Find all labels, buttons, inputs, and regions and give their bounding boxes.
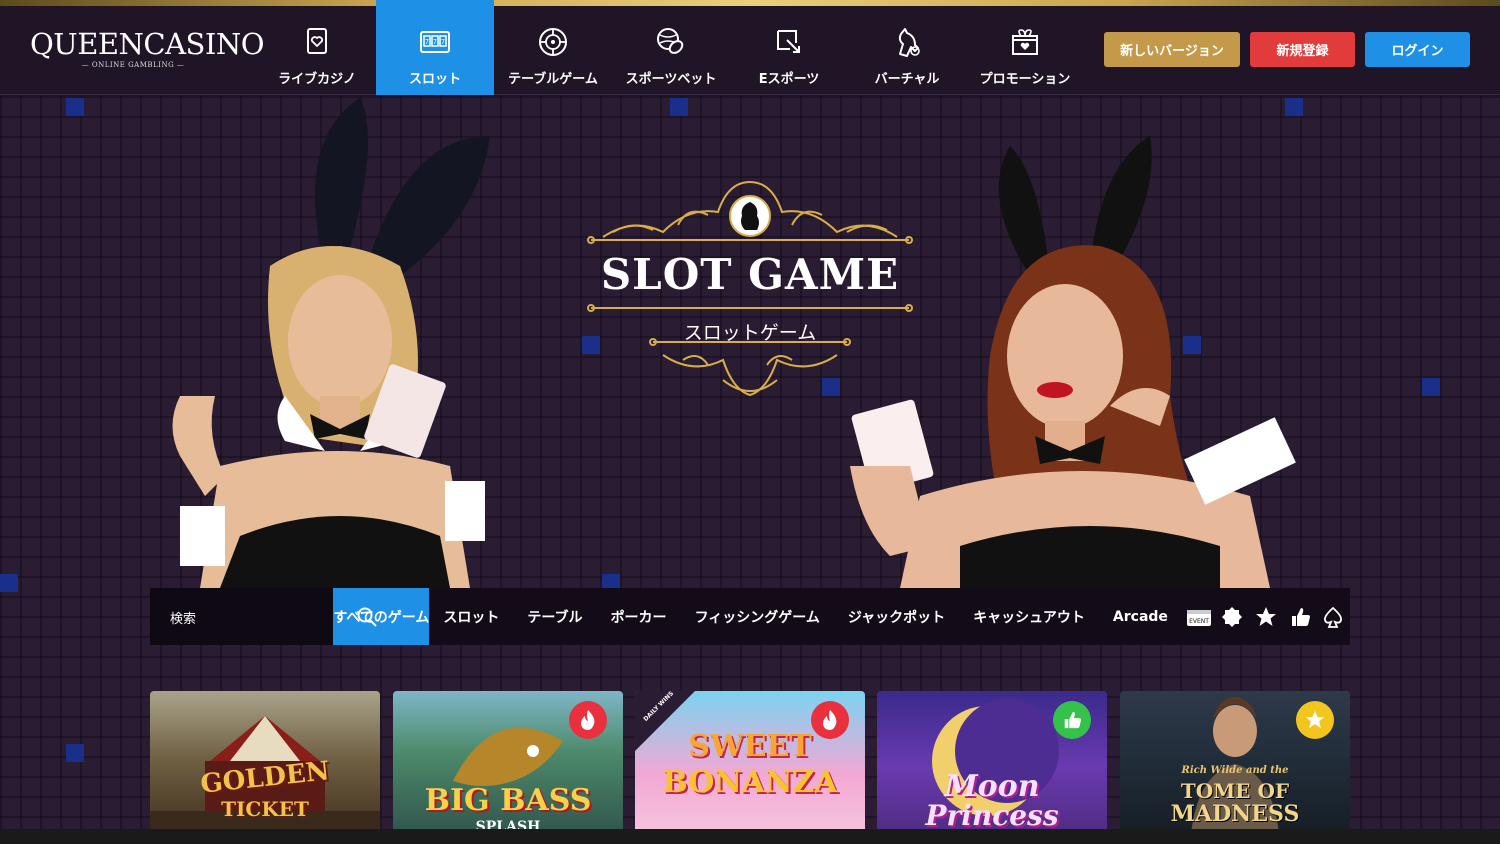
- nav-label: Eスポーツ: [758, 72, 820, 87]
- hero-title: SLOT GAME: [600, 250, 900, 299]
- new-version-button[interactable]: 新しいバージョン: [1104, 32, 1240, 67]
- tab-poker[interactable]: ポーカー: [597, 588, 681, 645]
- star-icon: [1305, 710, 1325, 729]
- tab-all-games[interactable]: すべてのゲーム: [333, 588, 430, 645]
- star-icon[interactable]: [1249, 588, 1283, 645]
- nav-item-slots[interactable]: 777 スロット: [376, 0, 494, 95]
- game-pretitle: Rich Wilde and the: [1181, 765, 1289, 776]
- roulette-icon: [537, 26, 569, 62]
- sports-balls-icon: [655, 26, 687, 62]
- favorite-badge: [1296, 701, 1334, 739]
- tab-cashout[interactable]: キャッシュアウト: [959, 588, 1099, 645]
- nav-label: テーブルゲーム: [508, 72, 598, 87]
- main-nav: ライブカジノ 777 スロット テーブルゲーム スポーツベット Eスポーツ バー…: [258, 0, 1084, 95]
- nav-label: バーチャル: [874, 72, 940, 87]
- tab-table[interactable]: テーブル: [513, 588, 596, 645]
- game-card-moon-princess[interactable]: Moon Princess: [877, 691, 1107, 844]
- left-model-illustration: [160, 96, 500, 588]
- game-subtitle: MADNESS: [1170, 801, 1300, 827]
- decor-tile: [0, 574, 18, 592]
- hot-badge: [569, 701, 607, 739]
- tab-slots[interactable]: スロット: [429, 588, 513, 645]
- game-filter-bar: 検索 すべてのゲーム スロット テーブル ポーカー フィッシングゲーム ジャック…: [150, 588, 1350, 645]
- nav-label: プロモーション: [979, 72, 1071, 87]
- decor-tile: [1285, 98, 1303, 116]
- game-card-golden-ticket[interactable]: GOLDEN TICKET: [150, 691, 380, 844]
- badge-icon[interactable]: [1216, 588, 1250, 645]
- nav-item-virtual[interactable]: バーチャル: [848, 6, 966, 95]
- hero-banner: SLOT GAME スロットゲーム 検索 すべてのゲーム スロット テーブル ポ…: [0, 96, 1500, 844]
- register-button[interactable]: 新規登録: [1250, 32, 1355, 67]
- logo-tagline: — ONLINE GAMBLING —: [81, 61, 185, 69]
- svg-text:7: 7: [441, 38, 445, 46]
- event-label: EVENT: [1189, 618, 1209, 625]
- game-subtitle: Princess: [925, 799, 1059, 832]
- nav-label: スロット: [408, 72, 461, 87]
- thumbs-up-icon: [1064, 711, 1082, 729]
- game-title: BIG BASS: [424, 783, 592, 818]
- svg-text:7: 7: [433, 38, 437, 46]
- event-icon[interactable]: EVENT: [1182, 588, 1216, 645]
- nav-item-esports[interactable]: Eスポーツ: [730, 6, 848, 95]
- game-grid: GOLDEN TICKET BIG BASS SPLASH DAILY WINS…: [150, 691, 1350, 844]
- slot-game-emblem: SLOT GAME スロットゲーム: [583, 180, 917, 402]
- decor-tile: [1422, 378, 1440, 396]
- nav-label: スポーツベット: [625, 72, 717, 87]
- game-title: SWEET: [688, 729, 812, 764]
- recommended-badge: [1053, 701, 1091, 739]
- decor-tile: [66, 98, 84, 116]
- horse-icon: [891, 26, 923, 62]
- thumbs-up-icon[interactable]: [1283, 588, 1317, 645]
- bottom-strip: [0, 829, 1500, 844]
- esports-icon: [773, 26, 805, 62]
- tab-arcade[interactable]: Arcade: [1099, 588, 1182, 645]
- nav-item-live-casino[interactable]: ライブカジノ: [258, 6, 376, 95]
- game-title: TOME OF: [1180, 779, 1290, 803]
- tab-jackpot[interactable]: ジャックポット: [834, 588, 959, 645]
- tab-fishing[interactable]: フィッシングゲーム: [681, 588, 834, 645]
- game-card-sweet-bonanza[interactable]: DAILY WINS SWEET BONANZA: [635, 691, 865, 844]
- logo-wordmark: QUEENCASINO: [30, 27, 265, 61]
- spade-icon[interactable]: [1316, 588, 1350, 645]
- decor-tile: [670, 98, 688, 116]
- queen-casino-logo[interactable]: QUEENCASINO — ONLINE GAMBLING —: [30, 27, 265, 72]
- search-icon[interactable]: [357, 607, 377, 627]
- game-subtitle: TICKET: [221, 797, 309, 821]
- login-button[interactable]: ログイン: [1365, 32, 1470, 67]
- gift-icon: [1009, 26, 1041, 62]
- slot-777-icon: 777: [419, 26, 451, 62]
- decor-tile: [66, 744, 84, 762]
- nav-item-promotions[interactable]: プロモーション: [966, 6, 1084, 95]
- nav-item-sports-bet[interactable]: スポーツベット: [612, 6, 730, 95]
- search-input[interactable]: 検索: [150, 588, 377, 645]
- svg-text:7: 7: [425, 38, 429, 46]
- search-placeholder: 検索: [170, 612, 197, 627]
- flame-icon: [823, 710, 837, 730]
- hero-subtitle: スロットゲーム: [683, 322, 817, 344]
- nav-label: ライブカジノ: [278, 72, 356, 87]
- nav-item-table-games[interactable]: テーブルゲーム: [494, 6, 612, 95]
- game-subtitle: BONANZA: [662, 765, 838, 800]
- site-header: QUEENCASINO — ONLINE GAMBLING — ライブカジノ 7…: [0, 0, 1500, 95]
- live-casino-icon: [301, 26, 333, 62]
- game-card-big-bass-splash[interactable]: BIG BASS SPLASH: [393, 691, 623, 844]
- game-card-tome-of-madness[interactable]: Rich Wilde and the TOME OF MADNESS: [1120, 691, 1350, 844]
- flame-icon: [581, 710, 595, 730]
